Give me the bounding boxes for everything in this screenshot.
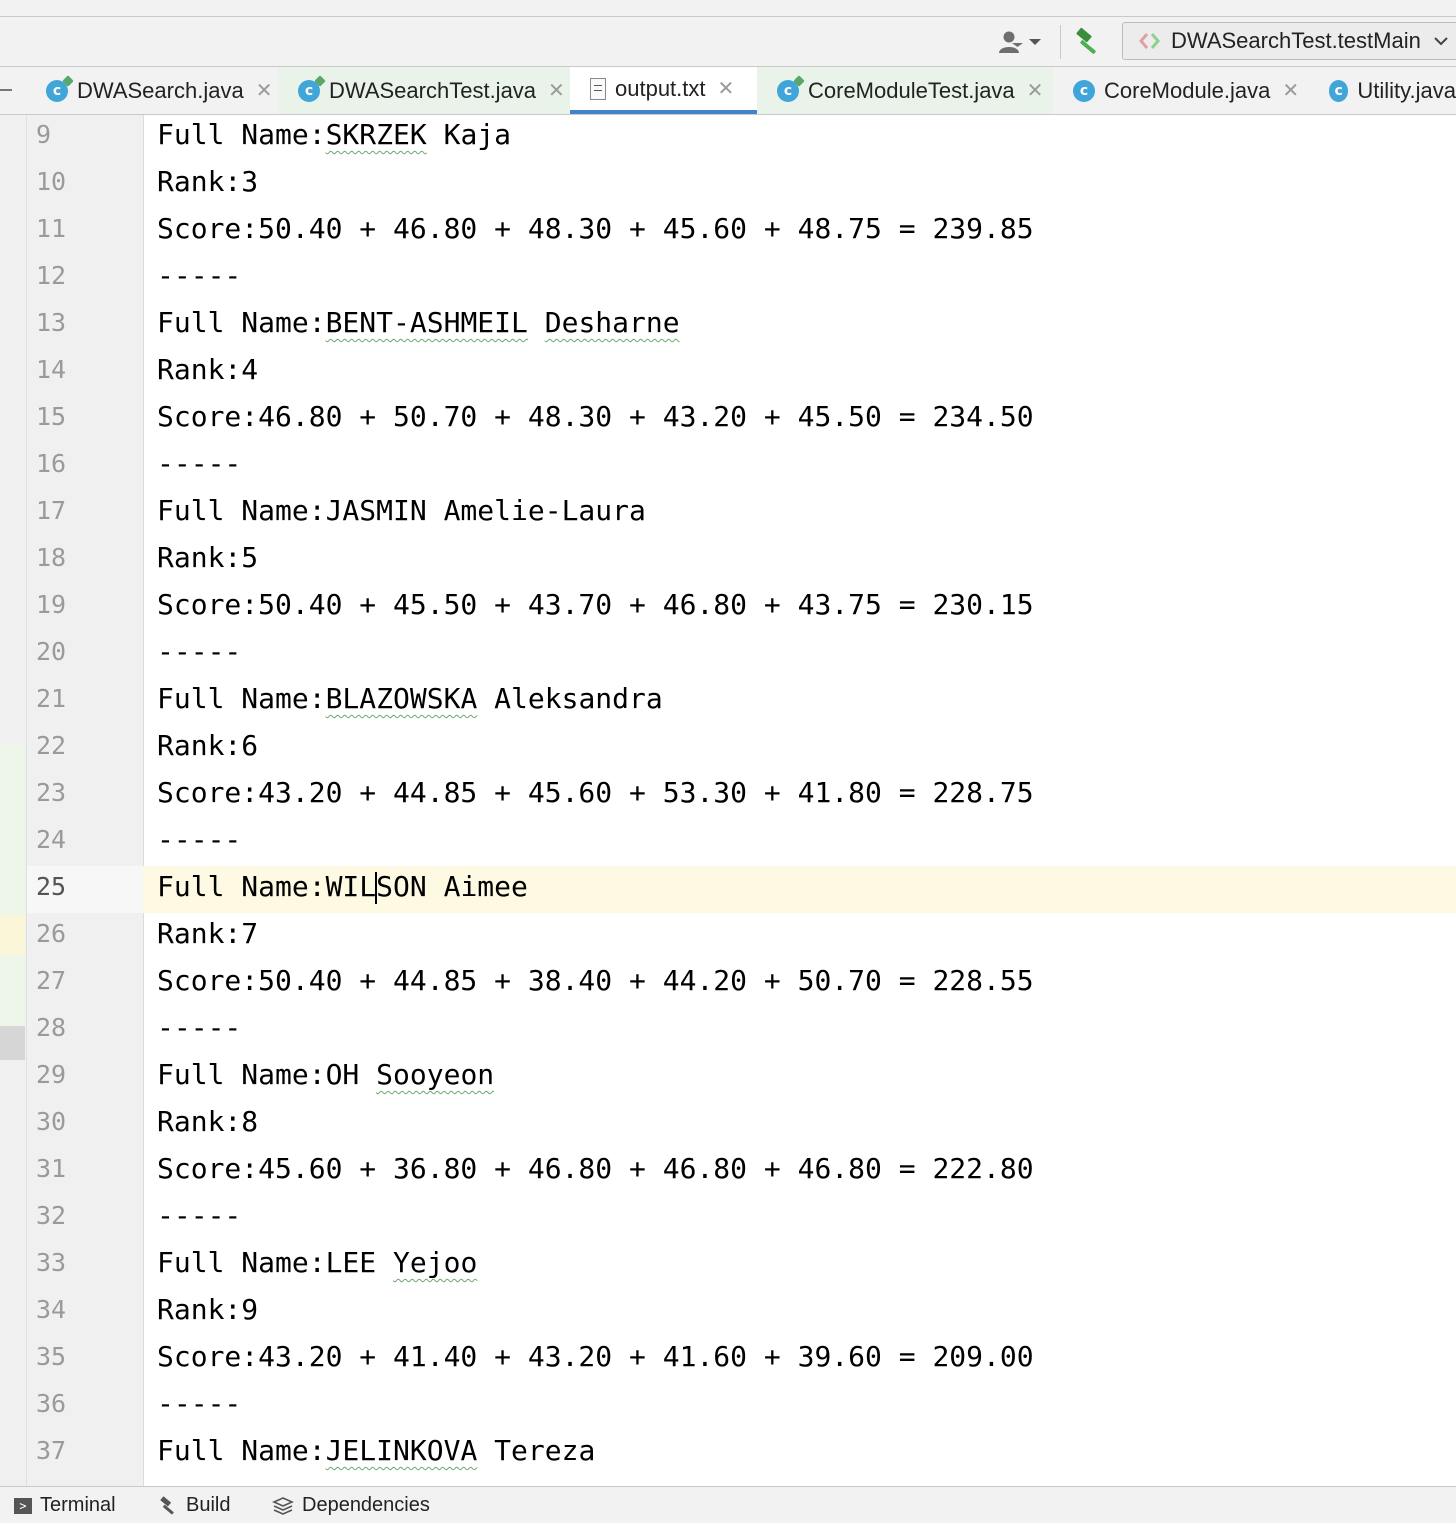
line-label: Full Name: [157, 118, 326, 151]
tab-label: output.txt [615, 75, 706, 101]
code-line: 16 ----- [36, 447, 242, 480]
code-line: 35 Score:43.20 + 41.40 + 43.20 + 41.60 + … [36, 1340, 1034, 1373]
code-line: 28 ----- [36, 1011, 242, 1044]
code-line: 24 ----- [36, 823, 242, 856]
tool-window-bar: > Terminal Build Dependencies [0, 1486, 1456, 1523]
code-line: 10 Rank:3 [36, 165, 259, 198]
terminal-icon: > [14, 1497, 32, 1514]
menu-bar-edge [0, 0, 1456, 17]
spell-flag: Yejoo [393, 1246, 478, 1279]
build-label: Build [186, 1494, 231, 1516]
spell-flag: BENT-ASHMEIL [325, 306, 528, 339]
close-icon[interactable]: ✕ [548, 78, 565, 103]
tab-dwasearchtest-java[interactable]: c DWASearchTest.java ✕ [278, 67, 570, 114]
code-line: 9 Full Name:SKRZEK Kaja [36, 118, 512, 151]
close-icon[interactable]: ✕ [1282, 78, 1299, 103]
code-line: 13 Full Name:BENT-ASHMEIL Desharne [36, 306, 680, 339]
hammer-icon [1076, 27, 1096, 54]
tab-utility-java[interactable]: c Utility.java [1309, 67, 1456, 114]
code-line: 17 Full Name:JASMIN Amelie-Laura [36, 494, 646, 527]
code-line-current: 25 Full Name:WILSON Aimee [36, 870, 528, 904]
spell-flag: JELINKOVA [325, 1434, 478, 1467]
hammer-icon [160, 1495, 174, 1515]
close-icon[interactable]: ✕ [256, 78, 273, 103]
code-line: 37 Full Name:JELINKOVA Tereza [36, 1434, 596, 1467]
chevron-down-icon [1029, 39, 1041, 45]
tab-label: CoreModuleTest.java [808, 77, 1015, 103]
run-configuration-select[interactable]: DWASearchTest.testMain [1122, 22, 1456, 60]
java-class-icon: c [46, 74, 74, 102]
code-line: 21 Full Name:BLAZOWSKA Aleksandra [36, 682, 663, 715]
toolbar-separator [1060, 25, 1061, 59]
chevron-down-icon [1434, 37, 1448, 46]
run-configuration-label: DWASearchTest.testMain [1171, 28, 1421, 53]
code-line: 31 Score:45.60 + 36.80 + 46.80 + 46.80 + … [36, 1152, 1034, 1185]
code-line: 20 ----- [36, 635, 242, 668]
java-class-icon: c [1329, 79, 1349, 102]
main-toolbar: DWASearchTest.testMain [0, 17, 1456, 67]
dependencies-label: Dependencies [302, 1494, 430, 1516]
text-editor[interactable]: 9 Full Name:SKRZEK Kaja 10 Rank:3 11 Score:… [0, 115, 1456, 1486]
layers-icon [272, 1496, 294, 1515]
spell-flag: BLAZOWSKA [325, 682, 478, 715]
java-test-class-icon: c [298, 74, 326, 102]
code-line: 19 Score:50.40 + 45.50 + 43.70 + 46.80 + … [36, 588, 1034, 621]
code-line: 26 Rank:7 [36, 917, 259, 950]
tab-bar-edge [0, 89, 12, 91]
tab-label: DWASearch.java [77, 77, 244, 103]
spell-flag: Sooyeon [376, 1058, 495, 1091]
code-line: 12 ----- [36, 259, 242, 292]
dependencies-tool-button[interactable]: Dependencies [272, 1487, 430, 1524]
tab-label: CoreModule.java [1104, 77, 1271, 103]
code-line: 23 Score:43.20 + 44.85 + 45.60 + 53.30 + … [36, 776, 1034, 809]
terminal-label: Terminal [40, 1494, 116, 1516]
tab-dwasearch-java[interactable]: c DWASearch.java ✕ [26, 67, 278, 114]
spell-flag: SKRZEK [325, 118, 427, 151]
code-line: 22 Rank:6 [36, 729, 259, 762]
code-line: 29 Full Name:OH Sooyeon [36, 1058, 495, 1091]
close-icon[interactable]: ✕ [1027, 78, 1044, 103]
code-line: 27 Score:50.40 + 44.85 + 38.40 + 44.20 + … [36, 964, 1034, 997]
java-test-class-icon: c [777, 74, 805, 102]
user-icon [999, 31, 1023, 53]
code-line: 30 Rank:8 [36, 1105, 259, 1138]
code-line: 36 ----- [36, 1387, 242, 1420]
test-config-icon [1139, 33, 1160, 49]
code-line: 11 Score:50.40 + 46.80 + 48.30 + 45.60 + … [36, 212, 1034, 245]
tab-label: Utility.java [1357, 77, 1456, 103]
java-class-icon: c [1073, 79, 1095, 102]
close-icon[interactable]: ✕ [718, 76, 735, 101]
build-tool-button[interactable]: Build [158, 1487, 230, 1524]
code-line: 33 Full Name:LEE Yejoo [36, 1246, 478, 1279]
tab-coremodule-java[interactable]: c CoreModule.java ✕ [1053, 67, 1309, 114]
tab-coremoduletest-java[interactable]: c CoreModuleTest.java ✕ [757, 67, 1053, 114]
tab-output-txt[interactable]: output.txt ✕ [570, 67, 757, 114]
text-file-icon [590, 77, 606, 100]
build-project-button[interactable] [1068, 25, 1108, 59]
user-dropdown[interactable] [998, 27, 1050, 57]
editor-tab-bar: c DWASearch.java ✕ c DWASearchTest.java … [0, 67, 1456, 115]
code-line: 18 Rank:5 [36, 541, 259, 574]
spell-flag: Desharne [544, 306, 680, 339]
terminal-tool-button[interactable]: > Terminal [14, 1487, 116, 1524]
code-line: 14 Rank:4 [36, 353, 259, 386]
tab-label: DWASearchTest.java [329, 77, 537, 103]
code-line: 32 ----- [36, 1199, 242, 1232]
code-line: 15 Score:46.80 + 50.70 + 48.30 + 43.20 + … [36, 400, 1034, 433]
code-line: 34 Rank:9 [36, 1293, 259, 1326]
